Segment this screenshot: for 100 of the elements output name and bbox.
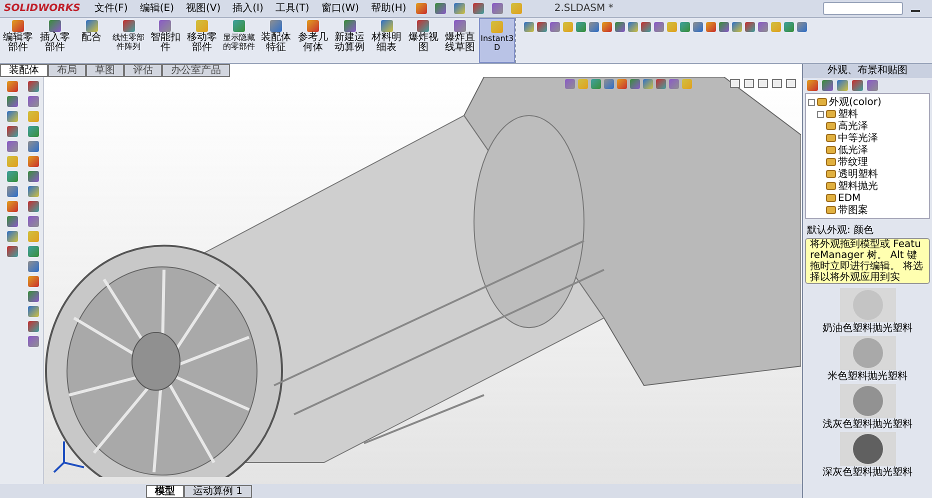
ribbon-button[interactable]: 编辑零部件	[0, 18, 36, 63]
tool-icon[interactable]	[344, 20, 356, 32]
toolbar-icon[interactable]	[6, 201, 18, 212]
expander-icon[interactable]	[808, 98, 815, 106]
tree-item[interactable]: 透明塑料	[838, 166, 878, 182]
toolbar-icon[interactable]	[28, 306, 38, 317]
ribbon-button[interactable]: 配合	[74, 18, 110, 63]
toolbar-icon[interactable]	[28, 81, 38, 92]
ribbon-button[interactable]: 线性零部件阵列	[110, 18, 146, 63]
tree-item[interactable]: 低光泽	[838, 142, 868, 158]
tool-icon[interactable]	[48, 20, 61, 32]
pane-tool-icon[interactable]	[852, 80, 863, 91]
swatch-thumbnail[interactable]	[840, 336, 896, 370]
tool-icon[interactable]	[417, 20, 430, 32]
command-tab[interactable]: 评估	[124, 64, 162, 77]
ribbon-button[interactable]: 插入零部件	[36, 18, 73, 63]
tool-icon[interactable]	[454, 20, 466, 32]
minimize-icon[interactable]	[911, 10, 920, 12]
menu-item[interactable]: 帮助(H)	[369, 1, 408, 16]
ribbon-button[interactable]: 材料明细表	[368, 18, 404, 63]
tool-icon[interactable]	[12, 20, 24, 32]
toolbar-icon[interactable]	[28, 141, 38, 152]
tree-item[interactable]: EDM	[838, 190, 861, 206]
ribbon-button[interactable]: 显示隐藏的零部件	[221, 18, 258, 63]
tool-icon[interactable]	[306, 20, 319, 32]
tool-icon[interactable]	[380, 20, 393, 32]
tool-icon[interactable]	[159, 20, 172, 32]
toolbar-icon[interactable]	[6, 171, 18, 182]
toolbar-icon[interactable]	[28, 246, 38, 257]
search-field[interactable]	[823, 2, 903, 15]
toolbar-icon[interactable]	[492, 3, 504, 14]
toolbar-icon[interactable]	[28, 201, 38, 212]
command-tab[interactable]: 装配体	[0, 64, 48, 77]
toolbar-icon[interactable]	[28, 336, 38, 347]
swatch-label: 浅灰色塑料抛光塑料	[822, 419, 912, 431]
tree-item[interactable]: 外观(color)	[829, 94, 882, 110]
ribbon-button[interactable]: 参考几何体	[294, 18, 331, 63]
toolbar-icon[interactable]	[6, 246, 18, 257]
toolbar-icon[interactable]	[454, 3, 466, 14]
toolbar-icon[interactable]	[6, 81, 18, 92]
pane-tool-icon[interactable]	[807, 80, 818, 91]
ribbon-button[interactable]: 移动零部件	[184, 18, 220, 63]
ribbon-button[interactable]: 智能扣件	[147, 18, 184, 63]
model-tab[interactable]: 运动算例 1	[184, 485, 252, 498]
toolbar-icon[interactable]	[28, 321, 38, 332]
tree-item[interactable]: 塑料	[838, 106, 858, 122]
ribbon-button[interactable]: 装配体特征	[258, 18, 294, 63]
ribbon-button[interactable]: 爆炸视图	[405, 18, 442, 63]
swatch-thumbnail[interactable]	[840, 384, 896, 418]
menu-item[interactable]: 插入(I)	[230, 1, 266, 16]
tree-item[interactable]: 中等光泽	[838, 130, 878, 146]
toolbar-icon[interactable]	[6, 111, 18, 122]
tool-icon[interactable]	[233, 20, 246, 32]
menu-item[interactable]: 视图(V)	[184, 1, 223, 16]
swatch-thumbnail[interactable]	[840, 288, 896, 322]
toolbar-icon[interactable]	[28, 261, 38, 272]
command-tab[interactable]: 办公室产品	[162, 64, 230, 77]
toolbar-icon[interactable]	[6, 96, 18, 107]
toolbar-icon[interactable]	[28, 171, 38, 182]
tool-icon[interactable]	[86, 20, 98, 32]
toolbar-icon[interactable]	[28, 276, 38, 287]
tree-item[interactable]: 高光泽	[838, 118, 868, 134]
menu-item[interactable]: 编辑(E)	[138, 1, 176, 16]
ribbon-button[interactable]: 新建运动算例	[332, 18, 368, 63]
swatch-label: 深灰色塑料抛光塑料	[822, 467, 912, 479]
toolbar-icon[interactable]	[6, 126, 18, 137]
toolbar-icon[interactable]	[28, 186, 38, 197]
toolbar-icon[interactable]	[28, 126, 38, 137]
expander-icon[interactable]	[817, 110, 824, 118]
toolbar-icon[interactable]	[28, 156, 38, 167]
swatch-thumbnail[interactable]	[840, 432, 896, 466]
tool-icon[interactable]	[270, 20, 282, 32]
tree-item[interactable]: 塑料抛光	[838, 178, 878, 194]
tree-item[interactable]: 带纹理	[838, 154, 868, 170]
toolbar-icon[interactable]	[473, 3, 484, 14]
command-tab[interactable]: 草图	[86, 64, 124, 77]
ribbon-button[interactable]: Instant3D	[479, 18, 516, 63]
tool-icon[interactable]	[122, 20, 134, 32]
toolbar-icon[interactable]	[28, 216, 38, 227]
toolbar-icon[interactable]	[28, 291, 38, 302]
model-tab[interactable]: 模型	[146, 485, 184, 498]
pane-tool-icon[interactable]	[822, 80, 833, 91]
toolbar-icon[interactable]	[416, 3, 428, 14]
ribbon-button[interactable]: 爆炸直线草图	[442, 18, 478, 63]
toolbar-icon[interactable]	[435, 3, 446, 14]
toolbar-icon[interactable]	[6, 216, 18, 227]
tree-item[interactable]: 带图案	[838, 202, 868, 218]
pane-tool-icon[interactable]	[837, 80, 848, 91]
app-logo: SOLIDWORKS	[4, 2, 80, 16]
pane-tool-icon[interactable]	[867, 80, 878, 91]
command-tab[interactable]: 布局	[48, 64, 86, 77]
toolbar-icon[interactable]	[28, 96, 38, 107]
menu-item[interactable]: 工具(T)	[273, 1, 312, 16]
toolbar-icon[interactable]	[6, 231, 18, 242]
swatch-label: 奶油色塑料抛光塑料	[822, 323, 912, 335]
toolbar-icon[interactable]	[6, 141, 18, 152]
section-title: 默认外观: 颜色	[806, 224, 875, 238]
toolbar-icon[interactable]	[6, 186, 18, 197]
menu-item[interactable]: 窗口(W)	[319, 1, 362, 16]
menu-item[interactable]: 文件(F)	[92, 1, 130, 16]
